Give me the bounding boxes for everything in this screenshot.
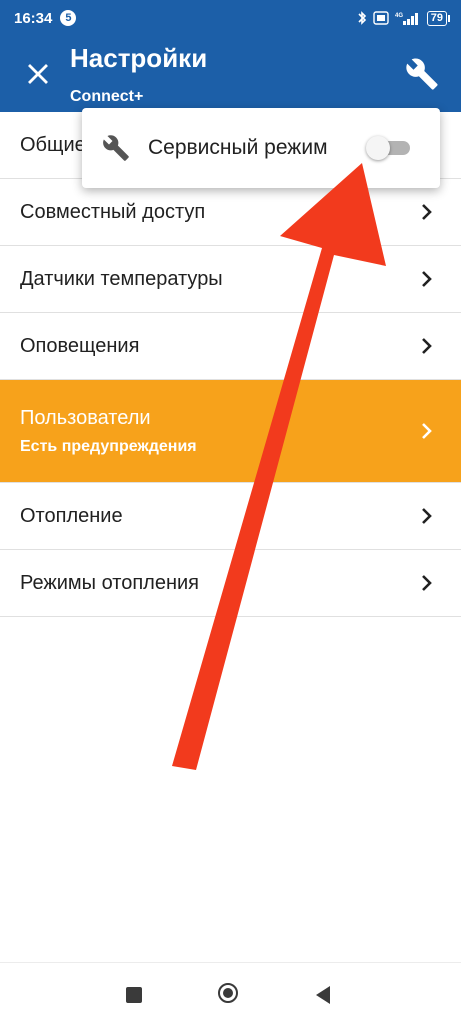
home-button[interactable] [218, 983, 238, 1003]
bluetooth-icon [357, 11, 367, 25]
service-mode-label: Сервисный режим [148, 136, 328, 159]
list-item-heating[interactable]: Отопление [0, 483, 461, 550]
battery-level: 79 [430, 11, 443, 24]
list-item-users[interactable]: Пользователи Есть предупреждения [0, 380, 461, 483]
back-button[interactable] [316, 986, 330, 1004]
list-item-sharing[interactable]: Совместный доступ [0, 179, 461, 246]
list-item-label: Оповещения [20, 334, 140, 357]
list-item-label: Пользователи [20, 406, 151, 429]
warning-sublabel: Есть предупреждения [20, 437, 197, 455]
status-right: 4G 79 [357, 10, 451, 26]
page-title: Настройки [70, 43, 208, 73]
list-item-temperature-sensors[interactable]: Датчики температуры [0, 246, 461, 313]
volte-icon [373, 11, 389, 25]
service-menu-button[interactable] [400, 52, 444, 96]
status-bar: 16:34 5 4G 79 [0, 0, 461, 36]
service-mode-popup: Сервисный режим [82, 108, 440, 188]
chevron-right-icon [422, 204, 432, 220]
notification-count-badge: 5 [60, 10, 77, 26]
chevron-right-icon [422, 271, 432, 287]
chevron-right-icon [422, 575, 432, 591]
status-left: 16:34 5 [14, 9, 77, 27]
list-item-label: Совместный доступ [20, 200, 206, 223]
wrench-icon [406, 58, 438, 90]
recents-button[interactable] [126, 987, 142, 1003]
signal-icon: 4G [395, 11, 421, 25]
network-label: 4G [395, 13, 403, 19]
list-item-label: Датчики температуры [20, 267, 223, 290]
close-icon [28, 64, 48, 84]
list-item-label: Отопление [20, 504, 123, 527]
list-item-heating-modes[interactable]: Режимы отопления [0, 550, 461, 617]
chevron-right-icon [422, 423, 432, 439]
battery-indicator: 79 [426, 10, 451, 26]
chevron-right-icon [422, 508, 432, 524]
page-subtitle: Connect+ [70, 88, 144, 105]
app-bar: Настройки Connect+ [0, 36, 461, 112]
system-nav-bar [0, 962, 461, 1025]
list-item-notifications[interactable]: Оповещения [0, 313, 461, 380]
wrench-icon [102, 134, 130, 167]
list-item-label: Общие [20, 133, 86, 156]
clock: 16:34 [14, 9, 53, 27]
chevron-right-icon [422, 338, 432, 354]
close-button[interactable] [18, 54, 58, 94]
service-mode-toggle[interactable] [366, 136, 412, 160]
toggle-thumb [366, 136, 390, 160]
list-item-label: Режимы отопления [20, 571, 200, 594]
